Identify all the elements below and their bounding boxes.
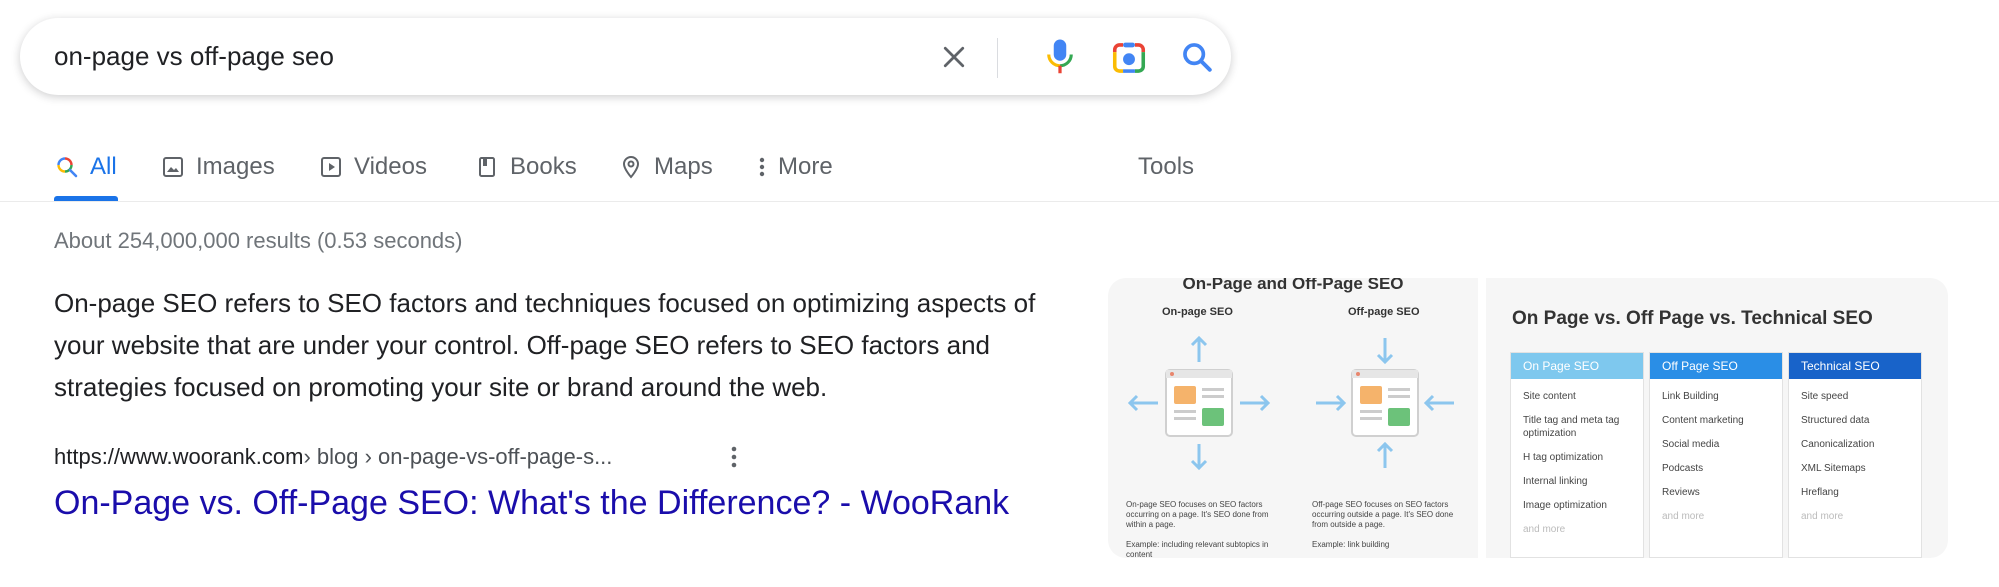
column-item: H tag optimization [1523,452,1604,463]
image2-title: On Page vs. Off Page vs. Technical SEO [1512,308,1873,329]
clear-icon[interactable] [935,38,973,76]
column-more: and more [1523,524,1566,535]
image1-right-example: Example: link building [1312,540,1390,549]
search-submit-icon[interactable] [1175,35,1219,79]
tab-images[interactable]: Images [160,147,275,187]
tab-more-label: More [778,153,833,180]
column-item: Reviews [1662,487,1700,498]
column-item: Internal linking [1523,476,1588,487]
column-item: Structured data [1801,415,1870,426]
column-item: Image optimization [1523,500,1607,511]
image1-left-note: On-page SEO focuses on SEO factors occur… [1126,500,1269,529]
search-box[interactable] [20,18,1231,95]
map-pin-icon [618,154,644,180]
column-header: Off Page SEO [1650,353,1782,379]
column-item: Podcasts [1662,463,1704,474]
result-stats: About 254,000,000 results (0.53 seconds) [54,228,463,253]
tab-videos-label: Videos [354,153,427,180]
snippet-image-1[interactable]: On-Page and Off-Page SEO On-page SEO Off… [1108,278,1478,558]
tab-all-label: All [90,153,117,180]
tab-all[interactable]: All [54,147,117,187]
tab-videos[interactable]: Videos [318,147,427,187]
result-options-icon[interactable] [722,442,746,472]
column-more: and more [1801,511,1844,522]
result-domain: https://www.woorank.com [54,444,304,469]
column-header: Technical SEO [1789,353,1921,379]
column-item: Site content [1523,391,1576,402]
result-url[interactable]: https://www.woorank.com › blog › on-page… [54,444,612,470]
camera-search-icon[interactable] [1106,35,1152,81]
image2-column-on-page: On Page SEO Site content Title tag and m… [1510,352,1644,558]
featured-snippet-text: On-page SEO refers to SEO factors and te… [54,288,1036,402]
vertical-dots-icon [756,154,768,180]
snippet-image-2[interactable]: On Page vs. Off Page vs. Technical SEO O… [1486,278,1948,558]
tools-label: Tools [1138,153,1195,180]
search-tabs: All Images Videos Books Maps More Tools [0,135,1999,202]
tools-button[interactable]: Tools [1138,147,1194,187]
tab-maps-label: Maps [654,153,713,180]
image2-column-technical: Technical SEO Site speed Structured data… [1788,352,1922,558]
column-item: Hreflang [1801,487,1839,498]
search-input[interactable] [54,36,934,76]
tab-maps[interactable]: Maps [618,147,713,187]
column-item: Title tag and meta tag optimization [1523,415,1620,439]
column-item: Canonicalization [1801,439,1875,450]
active-tab-indicator [54,196,118,201]
tab-more[interactable]: More [756,147,833,187]
search-divider [997,38,998,78]
result-path: › blog › on-page-vs-off-page-s... [303,444,613,469]
column-item: Link Building [1662,391,1719,402]
column-header: On Page SEO [1511,353,1643,379]
column-item: Social media [1662,439,1720,450]
column-item: Site speed [1801,391,1849,402]
result-title-link[interactable]: On-Page vs. Off-Page SEO: What's the Dif… [54,484,1009,523]
column-item: Content marketing [1662,415,1744,426]
column-more: and more [1662,511,1705,522]
play-icon [318,154,344,180]
book-icon [474,154,500,180]
tab-books[interactable]: Books [474,147,577,187]
column-item: XML Sitemaps [1801,463,1866,474]
image1-left-example: Example: including relevant subtopics in… [1126,540,1269,558]
image-icon [160,154,186,180]
search-multicolor-icon [54,154,80,180]
voice-search-icon[interactable] [1038,35,1082,79]
image2-column-off-page: Off Page SEO Link Building Content marke… [1649,352,1783,558]
tab-books-label: Books [510,153,577,180]
image1-right-note: Off-page SEO focuses on SEO factors occu… [1312,500,1454,529]
tab-images-label: Images [196,153,275,180]
